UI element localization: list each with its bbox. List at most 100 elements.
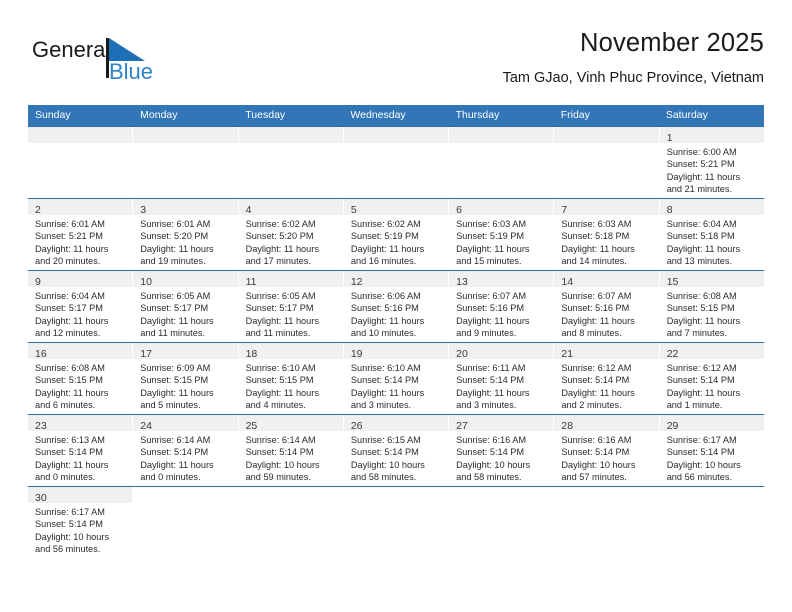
day-number: 26 (350, 420, 363, 432)
day-sun-info: Sunrise: 6:05 AM Sunset: 5:17 PM Daylight:… (133, 287, 237, 340)
calendar-day-cell[interactable]: 5 Sunrise: 6:02 AM Sunset: 5:19 PM Daylight… (343, 199, 450, 270)
daylight-text: and 11 minutes. (245, 328, 311, 339)
daylight-text: Daylight: 11 hours (561, 243, 635, 254)
sunrise-text: Sunrise: 6:16 AM (456, 435, 527, 445)
calendar-day-cell[interactable]: 9 Sunrise: 6:04 AM Sunset: 5:17 PM Daylight… (28, 271, 134, 342)
calendar-day-cell[interactable]: 1 Sunrise: 6:00 AM Sunset: 5:21 PM Daylight… (659, 127, 764, 198)
day-sun-info: Sunrise: 6:03 AM Sunset: 5:19 PM Daylight:… (449, 215, 553, 268)
day-number-band: 11 (238, 271, 343, 288)
day-number-band: 22 (659, 343, 764, 360)
calendar-week-row: 2 Sunrise: 6:01 AM Sunset: 5:21 PM Daylight… (28, 198, 764, 270)
daylight-text: and 3 minutes. (350, 400, 412, 411)
calendar-day-cell[interactable]: 30 Sunrise: 6:17 AM Sunset: 5:14 PM Dayligh… (28, 487, 134, 564)
calendar-day-cell[interactable]: 20 Sunrise: 6:11 AM Sunset: 5:14 PM Dayligh… (449, 343, 555, 414)
day-sun-info: Sunrise: 6:01 AM Sunset: 5:20 PM Daylight:… (133, 215, 237, 268)
svg-text:General: General (32, 37, 110, 62)
day-sun-info: Sunrise: 6:02 AM Sunset: 5:19 PM Daylight:… (344, 215, 448, 268)
daylight-text: and 16 minutes. (350, 256, 417, 267)
calendar-day-cell[interactable]: 23 Sunrise: 6:13 AM Sunset: 5:14 PM Dayligh… (28, 415, 134, 486)
sunset-text: Sunset: 5:14 PM (561, 375, 630, 386)
calendar-cell-empty (133, 487, 239, 564)
sunrise-text: Sunrise: 6:04 AM (666, 219, 737, 229)
calendar-day-cell[interactable]: 12 Sunrise: 6:06 AM Sunset: 5:16 PM Dayligh… (343, 271, 450, 342)
sunset-text: Sunset: 5:14 PM (666, 447, 735, 458)
sunset-text: Sunset: 5:16 PM (350, 303, 419, 314)
sunrise-text: Sunrise: 6:02 AM (350, 219, 421, 229)
daylight-text: Daylight: 11 hours (561, 315, 635, 326)
calendar-day-cell[interactable]: 24 Sunrise: 6:14 AM Sunset: 5:14 PM Dayligh… (133, 415, 239, 486)
sunset-text: Sunset: 5:18 PM (666, 231, 735, 242)
calendar-cell-empty (449, 487, 555, 564)
calendar-day-cell[interactable]: 4 Sunrise: 6:02 AM Sunset: 5:20 PM Daylight… (238, 199, 344, 270)
day-sun-info: Sunrise: 6:14 AM Sunset: 5:14 PM Daylight:… (239, 431, 343, 484)
day-number-band (554, 487, 658, 503)
day-sun-info: Sunrise: 6:16 AM Sunset: 5:14 PM Daylight:… (449, 431, 553, 484)
sunrise-text: Sunrise: 6:06 AM (350, 291, 421, 301)
calendar-day-cell[interactable]: 6 Sunrise: 6:03 AM Sunset: 5:19 PM Daylight… (449, 199, 555, 270)
day-number: 14 (561, 276, 574, 288)
calendar-day-cell[interactable]: 18 Sunrise: 6:10 AM Sunset: 5:15 PM Dayligh… (238, 343, 344, 414)
calendar-weeks: 1 Sunrise: 6:00 AM Sunset: 5:21 PM Daylight… (28, 126, 764, 564)
day-sun-info: Sunrise: 6:12 AM Sunset: 5:14 PM Daylight:… (660, 359, 764, 412)
calendar-day-cell[interactable]: 15 Sunrise: 6:08 AM Sunset: 5:15 PM Dayligh… (659, 271, 764, 342)
sunrise-text: Sunrise: 6:05 AM (140, 291, 211, 301)
daylight-text: Daylight: 11 hours (35, 315, 109, 326)
calendar-day-cell[interactable]: 3 Sunrise: 6:01 AM Sunset: 5:20 PM Daylight… (133, 199, 239, 270)
sunset-text: Sunset: 5:15 PM (666, 303, 735, 314)
calendar-day-cell[interactable]: 8 Sunrise: 6:04 AM Sunset: 5:18 PM Daylight… (659, 199, 764, 270)
day-sun-info: Sunrise: 6:08 AM Sunset: 5:15 PM Daylight:… (28, 359, 132, 412)
calendar-day-cell[interactable]: 25 Sunrise: 6:14 AM Sunset: 5:14 PM Dayligh… (238, 415, 344, 486)
calendar-day-cell[interactable]: 10 Sunrise: 6:05 AM Sunset: 5:17 PM Dayligh… (133, 271, 239, 342)
calendar-day-cell[interactable]: 17 Sunrise: 6:09 AM Sunset: 5:15 PM Dayligh… (133, 343, 239, 414)
day-number-band: 15 (659, 271, 764, 288)
sunrise-text: Sunrise: 6:15 AM (350, 435, 421, 445)
calendar-day-cell[interactable]: 13 Sunrise: 6:07 AM Sunset: 5:16 PM Dayligh… (449, 271, 555, 342)
calendar-day-cell[interactable]: 16 Sunrise: 6:08 AM Sunset: 5:15 PM Dayligh… (28, 343, 134, 414)
daylight-text: and 58 minutes. (456, 472, 522, 483)
day-number-band (28, 127, 133, 143)
day-sun-info: Sunrise: 6:05 AM Sunset: 5:17 PM Daylight:… (239, 287, 343, 340)
day-sun-info: Sunrise: 6:17 AM Sunset: 5:14 PM Daylight:… (28, 503, 132, 556)
calendar-day-cell[interactable]: 26 Sunrise: 6:15 AM Sunset: 5:14 PM Dayligh… (343, 415, 450, 486)
day-number-band: 4 (238, 199, 343, 216)
day-number-band: 30 (28, 487, 133, 504)
sunset-text: Sunset: 5:14 PM (666, 375, 735, 386)
sunset-text: Sunset: 5:14 PM (245, 447, 314, 458)
calendar-day-cell[interactable]: 7 Sunrise: 6:03 AM Sunset: 5:18 PM Daylight… (554, 199, 660, 270)
day-number-band (239, 487, 343, 503)
day-number-band: 16 (28, 343, 133, 360)
calendar-day-cell[interactable]: 27 Sunrise: 6:16 AM Sunset: 5:14 PM Dayligh… (449, 415, 555, 486)
day-sun-info: Sunrise: 6:09 AM Sunset: 5:15 PM Daylight:… (133, 359, 237, 412)
sunset-text: Sunset: 5:16 PM (561, 303, 630, 314)
calendar-day-cell[interactable]: 22 Sunrise: 6:12 AM Sunset: 5:14 PM Dayligh… (659, 343, 764, 414)
daylight-text: Daylight: 10 hours (245, 459, 320, 470)
sunset-text: Sunset: 5:14 PM (35, 519, 103, 530)
day-number: 25 (245, 420, 258, 432)
day-number: 1 (666, 132, 673, 144)
calendar-day-cell[interactable]: 2 Sunrise: 6:01 AM Sunset: 5:21 PM Daylight… (28, 199, 134, 270)
sunset-text: Sunset: 5:14 PM (456, 447, 525, 458)
calendar-cell-empty (28, 127, 134, 198)
calendar-grid: Sunday Monday Tuesday Wednesday Thursday Frid… (28, 105, 764, 564)
sunset-text: Sunset: 5:15 PM (35, 375, 103, 386)
calendar-day-cell[interactable]: 29 Sunrise: 6:17 AM Sunset: 5:14 PM Dayligh… (659, 415, 764, 486)
calendar-day-cell[interactable]: 14 Sunrise: 6:07 AM Sunset: 5:16 PM Dayligh… (554, 271, 660, 342)
day-number-band: 12 (343, 271, 449, 288)
sunset-text: Sunset: 5:20 PM (140, 231, 209, 242)
day-number: 30 (35, 492, 47, 504)
day-sun-info: Sunrise: 6:07 AM Sunset: 5:16 PM Daylight:… (554, 287, 658, 340)
daylight-text: and 58 minutes. (350, 472, 417, 483)
calendar-day-cell[interactable]: 19 Sunrise: 6:10 AM Sunset: 5:14 PM Dayligh… (343, 343, 450, 414)
calendar-week-row: 9 Sunrise: 6:04 AM Sunset: 5:17 PM Daylight… (28, 270, 764, 342)
weekday-header-tuesday: Tuesday (245, 109, 286, 121)
day-number-band: 1 (659, 127, 764, 144)
calendar-day-cell[interactable]: 11 Sunrise: 6:05 AM Sunset: 5:17 PM Dayligh… (238, 271, 344, 342)
calendar-day-cell[interactable]: 28 Sunrise: 6:16 AM Sunset: 5:14 PM Dayligh… (554, 415, 660, 486)
brand-logo[interactable]: General Blue (32, 34, 232, 90)
day-sun-info: Sunrise: 6:11 AM Sunset: 5:14 PM Daylight:… (449, 359, 553, 412)
sunset-text: Sunset: 5:17 PM (245, 303, 314, 314)
daylight-text: Daylight: 11 hours (35, 243, 109, 254)
day-number-band: 20 (449, 343, 554, 360)
day-number: 17 (140, 348, 152, 360)
calendar-day-cell[interactable]: 21 Sunrise: 6:12 AM Sunset: 5:14 PM Dayligh… (554, 343, 660, 414)
